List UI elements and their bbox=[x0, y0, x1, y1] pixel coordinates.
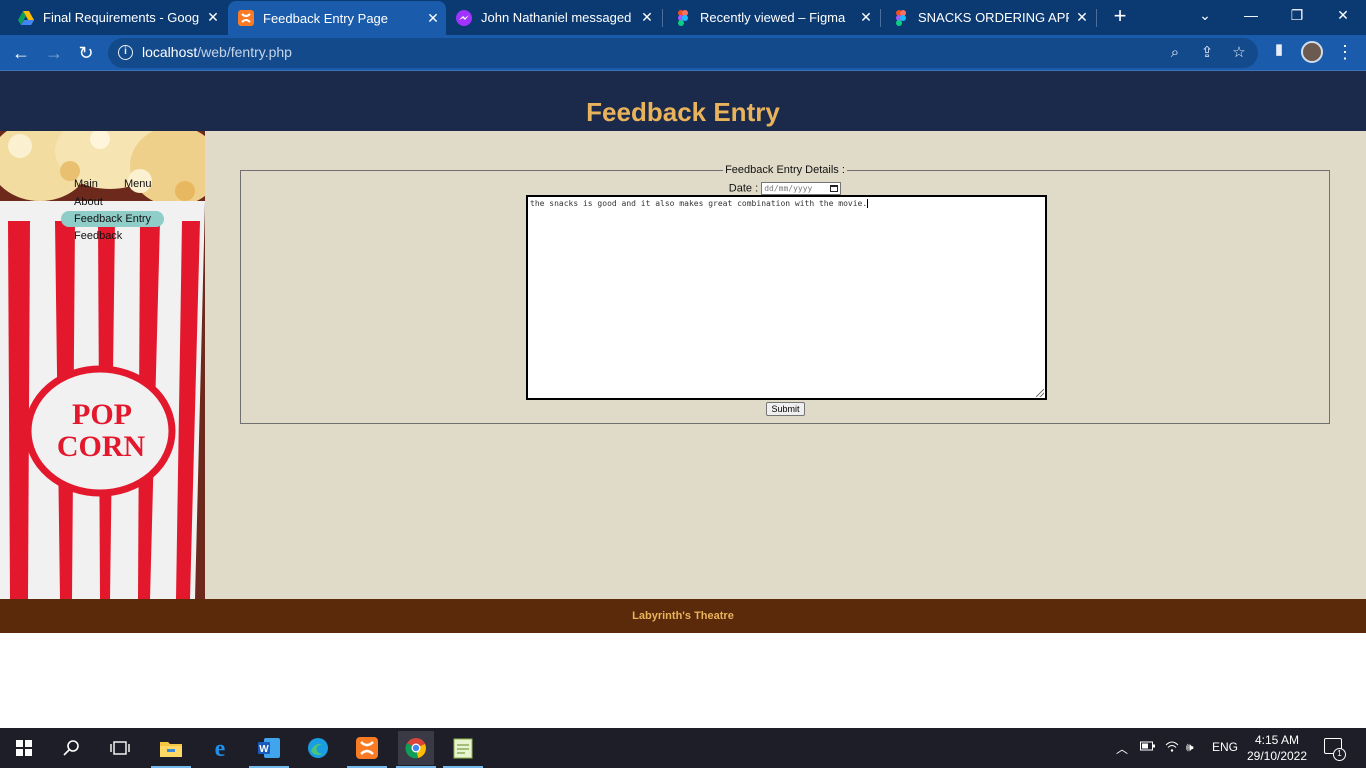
nav-about[interactable]: About bbox=[74, 194, 103, 210]
date-row: Date : dd/mm/yyyy bbox=[241, 182, 1329, 195]
footer-text: Labyrinth's Theatre bbox=[632, 610, 734, 622]
nav-feedback[interactable]: Feedback bbox=[74, 228, 122, 244]
popcorn-image-text-pop: POP bbox=[72, 398, 132, 431]
url-path: /web/fentry.php bbox=[197, 44, 292, 60]
show-hidden-icons-chevron-up-icon[interactable]: ︿ bbox=[1116, 740, 1128, 757]
tab-feedback-entry[interactable]: Feedback Entry Page ✕ bbox=[228, 1, 446, 35]
notification-count-badge: 1 bbox=[1333, 748, 1346, 761]
tab-title: SNACKS ORDERING APP FOR bbox=[918, 10, 1069, 25]
windows-taskbar: e W ︿ 🕪 ENG 4:15 AM 29/10/2022 1 bbox=[0, 728, 1366, 768]
browser-menu-icon[interactable]: ⋮ bbox=[1336, 41, 1354, 65]
new-tab-button[interactable]: + bbox=[1108, 5, 1132, 29]
xampp-icon bbox=[238, 10, 254, 26]
url-text[interactable]: localhost/web/fentry.php bbox=[142, 44, 292, 60]
microsoft-edge-icon[interactable] bbox=[304, 734, 332, 762]
feedback-text: the snacks is good and it also makes gre… bbox=[530, 199, 868, 208]
browser-toolbar: ← → ↻ i localhost/web/fentry.php ⌕ ⇪ ☆ ▮ bbox=[0, 35, 1366, 71]
close-window-button[interactable]: ✕ bbox=[1320, 0, 1366, 32]
clock-date: 29/10/2022 bbox=[1246, 749, 1308, 763]
browser-tab-strip: Final Requirements - Google ✕ Feedback E… bbox=[0, 0, 1366, 35]
search-icon[interactable] bbox=[58, 734, 86, 762]
tab-figma-recent[interactable]: Recently viewed – Figma ✕ bbox=[663, 0, 879, 35]
clock-time: 4:15 AM bbox=[1254, 733, 1300, 747]
tab-close-icon[interactable]: ✕ bbox=[200, 9, 226, 26]
tab-close-icon[interactable]: ✕ bbox=[1069, 9, 1095, 26]
date-label: Date : bbox=[728, 182, 759, 195]
tab-title: Final Requirements - Google bbox=[43, 10, 200, 25]
battery-icon[interactable] bbox=[1140, 740, 1156, 754]
wifi-icon[interactable] bbox=[1165, 740, 1179, 755]
tab-close-icon[interactable]: ✕ bbox=[634, 9, 660, 26]
url-host: localhost bbox=[142, 44, 198, 60]
file-explorer-icon[interactable] bbox=[157, 734, 185, 762]
resize-handle[interactable] bbox=[1036, 389, 1044, 397]
xampp-icon[interactable] bbox=[353, 734, 381, 762]
microsoft-word-icon[interactable]: W bbox=[255, 734, 283, 762]
nav-main[interactable]: Main bbox=[74, 176, 98, 192]
bookmark-star-icon[interactable]: ☆ bbox=[1230, 44, 1248, 62]
tab-close-icon[interactable]: ✕ bbox=[853, 9, 879, 26]
zoom-icon[interactable]: ⌕ bbox=[1166, 44, 1184, 62]
input-language[interactable]: ENG bbox=[1212, 740, 1238, 754]
tab-title: John Nathaniel messaged yo bbox=[481, 10, 634, 25]
page-title: Feedback Entry bbox=[586, 97, 780, 127]
form-legend: Feedback Entry Details : bbox=[241, 164, 1329, 176]
svg-text:e: e bbox=[215, 737, 226, 759]
notepad-plus-plus-icon[interactable] bbox=[449, 734, 477, 762]
minimize-window-button[interactable]: — bbox=[1228, 0, 1274, 32]
volume-icon[interactable]: 🕪 bbox=[1186, 740, 1194, 755]
share-icon[interactable]: ⇪ bbox=[1198, 44, 1216, 62]
svg-text:W: W bbox=[259, 744, 269, 755]
form-legend-text: Feedback Entry Details : bbox=[723, 164, 847, 176]
date-placeholder: dd/mm/yyyy bbox=[764, 184, 813, 193]
google-drive-icon bbox=[18, 10, 34, 25]
messenger-icon bbox=[456, 9, 472, 26]
site-footer: Labyrinth's Theatre bbox=[0, 599, 1366, 633]
windows-start-icon[interactable] bbox=[10, 734, 38, 762]
tab-separator bbox=[1096, 9, 1097, 27]
nav-feedback-entry[interactable]: Feedback Entry bbox=[61, 211, 165, 227]
profile-avatar[interactable] bbox=[1301, 41, 1323, 63]
figma-icon bbox=[896, 9, 906, 26]
restore-window-button[interactable]: ❐ bbox=[1274, 0, 1320, 32]
popcorn-image-text-corn: CORN bbox=[57, 430, 146, 463]
tab-title: Recently viewed – Figma bbox=[700, 10, 846, 25]
reload-icon[interactable]: ↻ bbox=[74, 41, 98, 65]
tab-search-chevron-down-icon[interactable]: ⌄ bbox=[1182, 0, 1228, 32]
site-header: Feedback Entry bbox=[0, 71, 1366, 131]
main-content: Feedback Entry Details : Date : dd/mm/yy… bbox=[205, 131, 1366, 599]
calendar-icon[interactable] bbox=[830, 185, 839, 192]
feedback-textarea[interactable]: the snacks is good and it also makes gre… bbox=[526, 195, 1047, 400]
sidebar: POP CORN Main Menu About Feedback Entry … bbox=[0, 131, 205, 599]
submit-button[interactable]: Submit bbox=[766, 402, 805, 416]
tab-title: Feedback Entry Page bbox=[263, 10, 389, 26]
address-bar[interactable]: i localhost/web/fentry.php ⌕ ⇪ ☆ bbox=[108, 38, 1258, 68]
figma-icon bbox=[678, 9, 688, 26]
date-input[interactable]: dd/mm/yyyy bbox=[761, 182, 842, 195]
google-chrome-icon[interactable] bbox=[398, 731, 434, 765]
system-clock[interactable]: 4:15 AM 29/10/2022 bbox=[1245, 732, 1309, 764]
tab-final-requirements[interactable]: Final Requirements - Google ✕ bbox=[0, 0, 226, 35]
forward-arrow-icon[interactable]: → bbox=[42, 41, 66, 65]
tab-close-icon[interactable]: ✕ bbox=[420, 10, 446, 27]
internet-explorer-icon[interactable]: e bbox=[206, 734, 234, 762]
task-view-icon[interactable] bbox=[106, 734, 134, 762]
tab-figma-snacks[interactable]: SNACKS ORDERING APP FOR ✕ bbox=[881, 0, 1095, 35]
tab-messenger[interactable]: John Nathaniel messaged yo ✕ bbox=[446, 0, 660, 35]
nav-menu[interactable]: Menu bbox=[124, 176, 152, 192]
site-info-icon[interactable]: i bbox=[118, 45, 133, 60]
feedback-form: Feedback Entry Details : Date : dd/mm/yy… bbox=[240, 164, 1330, 424]
text-caret bbox=[867, 199, 869, 208]
back-arrow-icon[interactable]: ← bbox=[9, 41, 33, 65]
side-panel-icon[interactable]: ▮ bbox=[1270, 41, 1288, 59]
